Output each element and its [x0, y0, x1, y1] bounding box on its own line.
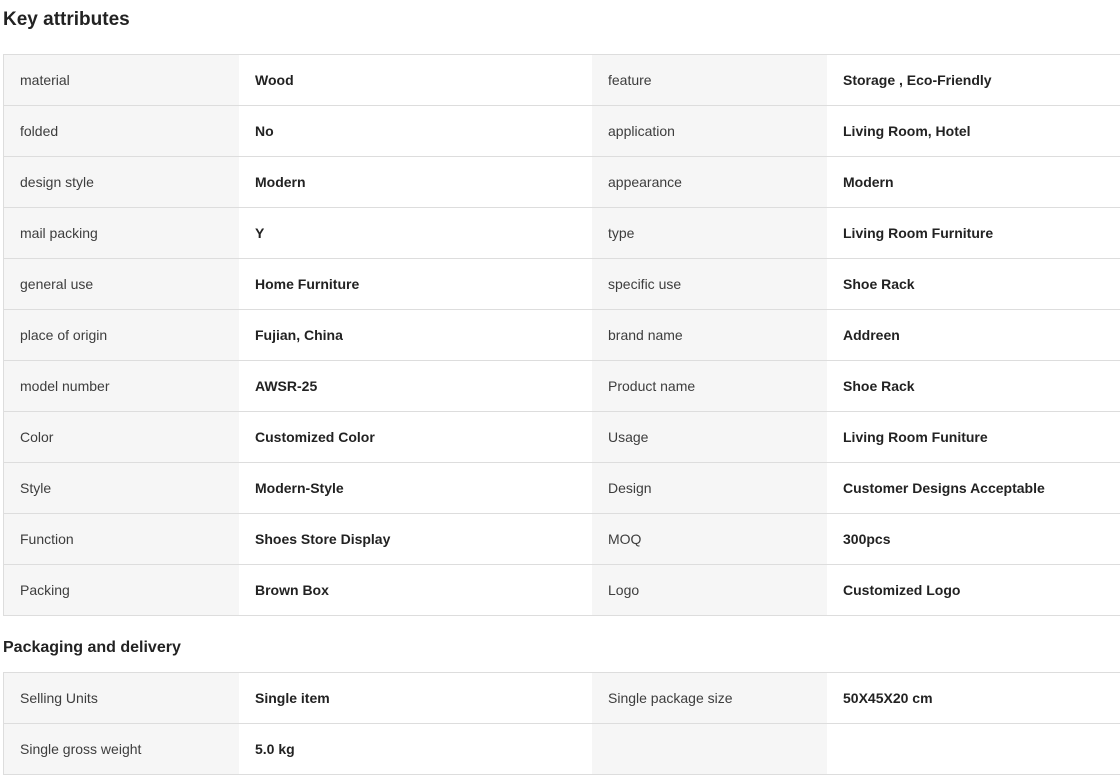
attribute-value: 50X45X20 cm — [827, 673, 1120, 723]
attribute-value: Storage , Eco-Friendly — [827, 55, 1120, 105]
attribute-label: feature — [592, 55, 827, 105]
table-row: general use Home Furniture specific use … — [4, 259, 1120, 310]
attribute-label: Design — [592, 463, 827, 513]
attribute-value: Home Furniture — [239, 259, 592, 309]
attribute-label: Style — [4, 463, 239, 513]
key-attributes-table: material Wood feature Storage , Eco-Frie… — [3, 54, 1120, 616]
table-row: folded No application Living Room, Hotel — [4, 106, 1120, 157]
attribute-label: Usage — [592, 412, 827, 462]
attribute-value: AWSR-25 — [239, 361, 592, 411]
table-row: mail packing Y type Living Room Furnitur… — [4, 208, 1120, 259]
attribute-label: general use — [4, 259, 239, 309]
attribute-label: folded — [4, 106, 239, 156]
attribute-value: Addreen — [827, 310, 1120, 360]
table-row: Color Customized Color Usage Living Room… — [4, 412, 1120, 463]
attribute-value: Shoe Rack — [827, 259, 1120, 309]
table-row: Style Modern-Style Design Customer Desig… — [4, 463, 1120, 514]
attribute-label: mail packing — [4, 208, 239, 258]
attribute-label: design style — [4, 157, 239, 207]
attribute-label: MOQ — [592, 514, 827, 564]
attribute-label — [592, 724, 827, 774]
attribute-value: Fujian, China — [239, 310, 592, 360]
table-row: design style Modern appearance Modern — [4, 157, 1120, 208]
attribute-value: Brown Box — [239, 565, 592, 615]
attribute-value: Y — [239, 208, 592, 258]
table-row: Function Shoes Store Display MOQ 300pcs — [4, 514, 1120, 565]
attribute-label: Color — [4, 412, 239, 462]
attribute-label: Single gross weight — [4, 724, 239, 774]
attribute-value — [827, 724, 1120, 774]
attribute-value: Shoe Rack — [827, 361, 1120, 411]
attribute-value: Customized Logo — [827, 565, 1120, 615]
table-row: place of origin Fujian, China brand name… — [4, 310, 1120, 361]
attribute-value: 5.0 kg — [239, 724, 592, 774]
attribute-label: Logo — [592, 565, 827, 615]
attribute-label: material — [4, 55, 239, 105]
attribute-label: Selling Units — [4, 673, 239, 723]
attribute-label: Packing — [4, 565, 239, 615]
key-attributes-title: Key attributes — [3, 9, 130, 30]
attribute-label: model number — [4, 361, 239, 411]
attribute-label: brand name — [592, 310, 827, 360]
attribute-value: Modern — [239, 157, 592, 207]
attribute-label: appearance — [592, 157, 827, 207]
attribute-label: type — [592, 208, 827, 258]
attribute-value: Modern — [827, 157, 1120, 207]
table-row: Selling Units Single item Single package… — [4, 673, 1120, 724]
packaging-delivery-title: Packaging and delivery — [3, 639, 181, 656]
attribute-value: Wood — [239, 55, 592, 105]
attribute-label: Single package size — [592, 673, 827, 723]
table-row: Packing Brown Box Logo Customized Logo — [4, 565, 1120, 616]
table-row: model number AWSR-25 Product name Shoe R… — [4, 361, 1120, 412]
attribute-value: 300pcs — [827, 514, 1120, 564]
packaging-delivery-table: Selling Units Single item Single package… — [3, 672, 1120, 775]
attribute-label: place of origin — [4, 310, 239, 360]
attribute-value: Living Room Funiture — [827, 412, 1120, 462]
attribute-value: Customer Designs Acceptable — [827, 463, 1120, 513]
attribute-value: Modern-Style — [239, 463, 592, 513]
attribute-value: Living Room, Hotel — [827, 106, 1120, 156]
attribute-label: Function — [4, 514, 239, 564]
table-row: Single gross weight 5.0 kg — [4, 724, 1120, 775]
attribute-label: specific use — [592, 259, 827, 309]
attribute-value: Single item — [239, 673, 592, 723]
attribute-value: Customized Color — [239, 412, 592, 462]
attribute-label: application — [592, 106, 827, 156]
table-row: material Wood feature Storage , Eco-Frie… — [4, 55, 1120, 106]
attribute-label: Product name — [592, 361, 827, 411]
attribute-value: No — [239, 106, 592, 156]
attribute-value: Living Room Furniture — [827, 208, 1120, 258]
attribute-value: Shoes Store Display — [239, 514, 592, 564]
